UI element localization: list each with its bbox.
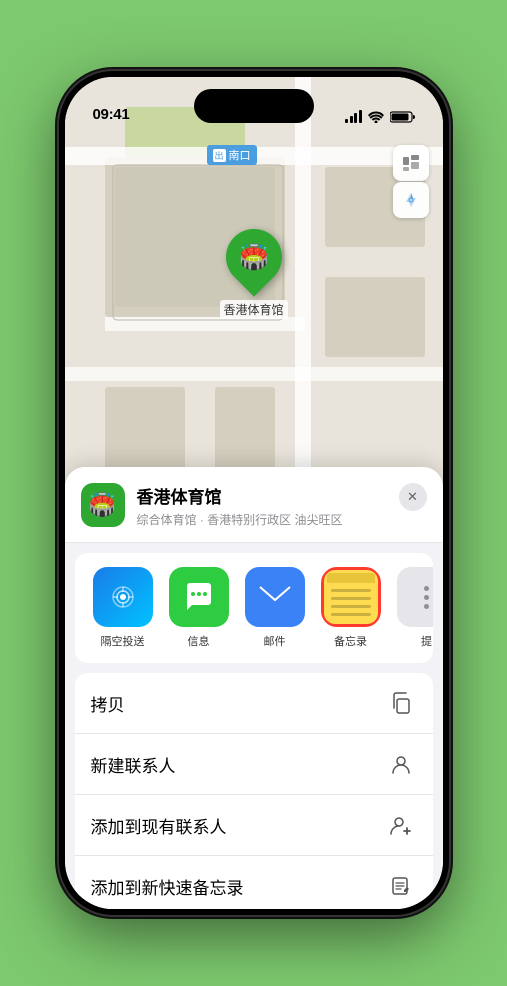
map-type-icon [401,153,421,173]
messages-icon [169,567,229,627]
wifi-icon [368,111,384,123]
close-button[interactable]: ✕ [399,483,427,511]
map-type-button[interactable] [393,145,429,181]
battery-icon [390,111,415,123]
more-label: 提 [421,633,432,649]
airdrop-icon [93,567,153,627]
add-existing-icon [385,809,417,841]
location-button[interactable] [393,182,429,218]
notes-icon [324,570,378,624]
share-item-mail[interactable]: 邮件 [243,567,307,649]
share-item-airdrop[interactable]: 隔空投送 [91,567,155,649]
action-copy-label: 拷贝 [91,691,125,716]
signal-icon [345,110,362,123]
action-new-contact-label: 新建联系人 [91,752,176,777]
add-notes-icon [385,870,417,902]
action-add-existing[interactable]: 添加到现有联系人 [75,795,433,856]
action-list: 拷贝 新建联系人 [75,673,433,909]
venue-header: 🏟️ 香港体育馆 综合体育馆 · 香港特别行政区 油尖旺区 ✕ [65,467,443,543]
map-entrance-label: 出 南口 [207,145,257,165]
compass-icon [402,191,420,209]
dynamic-island [194,89,314,123]
messages-label: 信息 [188,633,210,649]
notes-icon-wrapper [321,567,381,627]
pin-label: 香港体育馆 [219,300,287,319]
phone-frame: 09:41 [59,71,449,915]
action-add-notes[interactable]: 添加到新快速备忘录 [75,856,433,909]
action-new-contact[interactable]: 新建联系人 [75,734,433,795]
location-pin: 🏟️ 香港体育馆 [219,222,287,319]
mail-label: 邮件 [264,633,286,649]
status-icons [345,110,415,123]
bottom-sheet: 🏟️ 香港体育馆 综合体育馆 · 香港特别行政区 油尖旺区 ✕ [65,467,443,909]
venue-info: 香港体育馆 综合体育馆 · 香港特别行政区 油尖旺区 [137,483,387,528]
map-controls [393,145,429,218]
mail-icon [245,567,305,627]
share-row: 隔空投送 信息 [75,553,433,663]
status-time: 09:41 [93,106,130,123]
airdrop-label: 隔空投送 [101,633,145,649]
share-item-messages[interactable]: 信息 [167,567,231,649]
action-add-existing-label: 添加到现有联系人 [91,813,227,838]
new-contact-icon [385,748,417,780]
copy-icon [385,687,417,719]
share-item-notes[interactable]: 备忘录 [319,567,383,649]
action-copy[interactable]: 拷贝 [75,673,433,734]
phone-screen: 09:41 [65,77,443,909]
venue-icon: 🏟️ [81,483,125,527]
more-icon [397,567,433,627]
venue-name: 香港体育馆 [137,483,387,508]
share-item-more[interactable]: 提 [395,567,433,649]
action-add-notes-label: 添加到新快速备忘录 [91,874,244,899]
notes-label: 备忘录 [334,633,367,649]
venue-subtitle: 综合体育馆 · 香港特别行政区 油尖旺区 [137,511,387,528]
